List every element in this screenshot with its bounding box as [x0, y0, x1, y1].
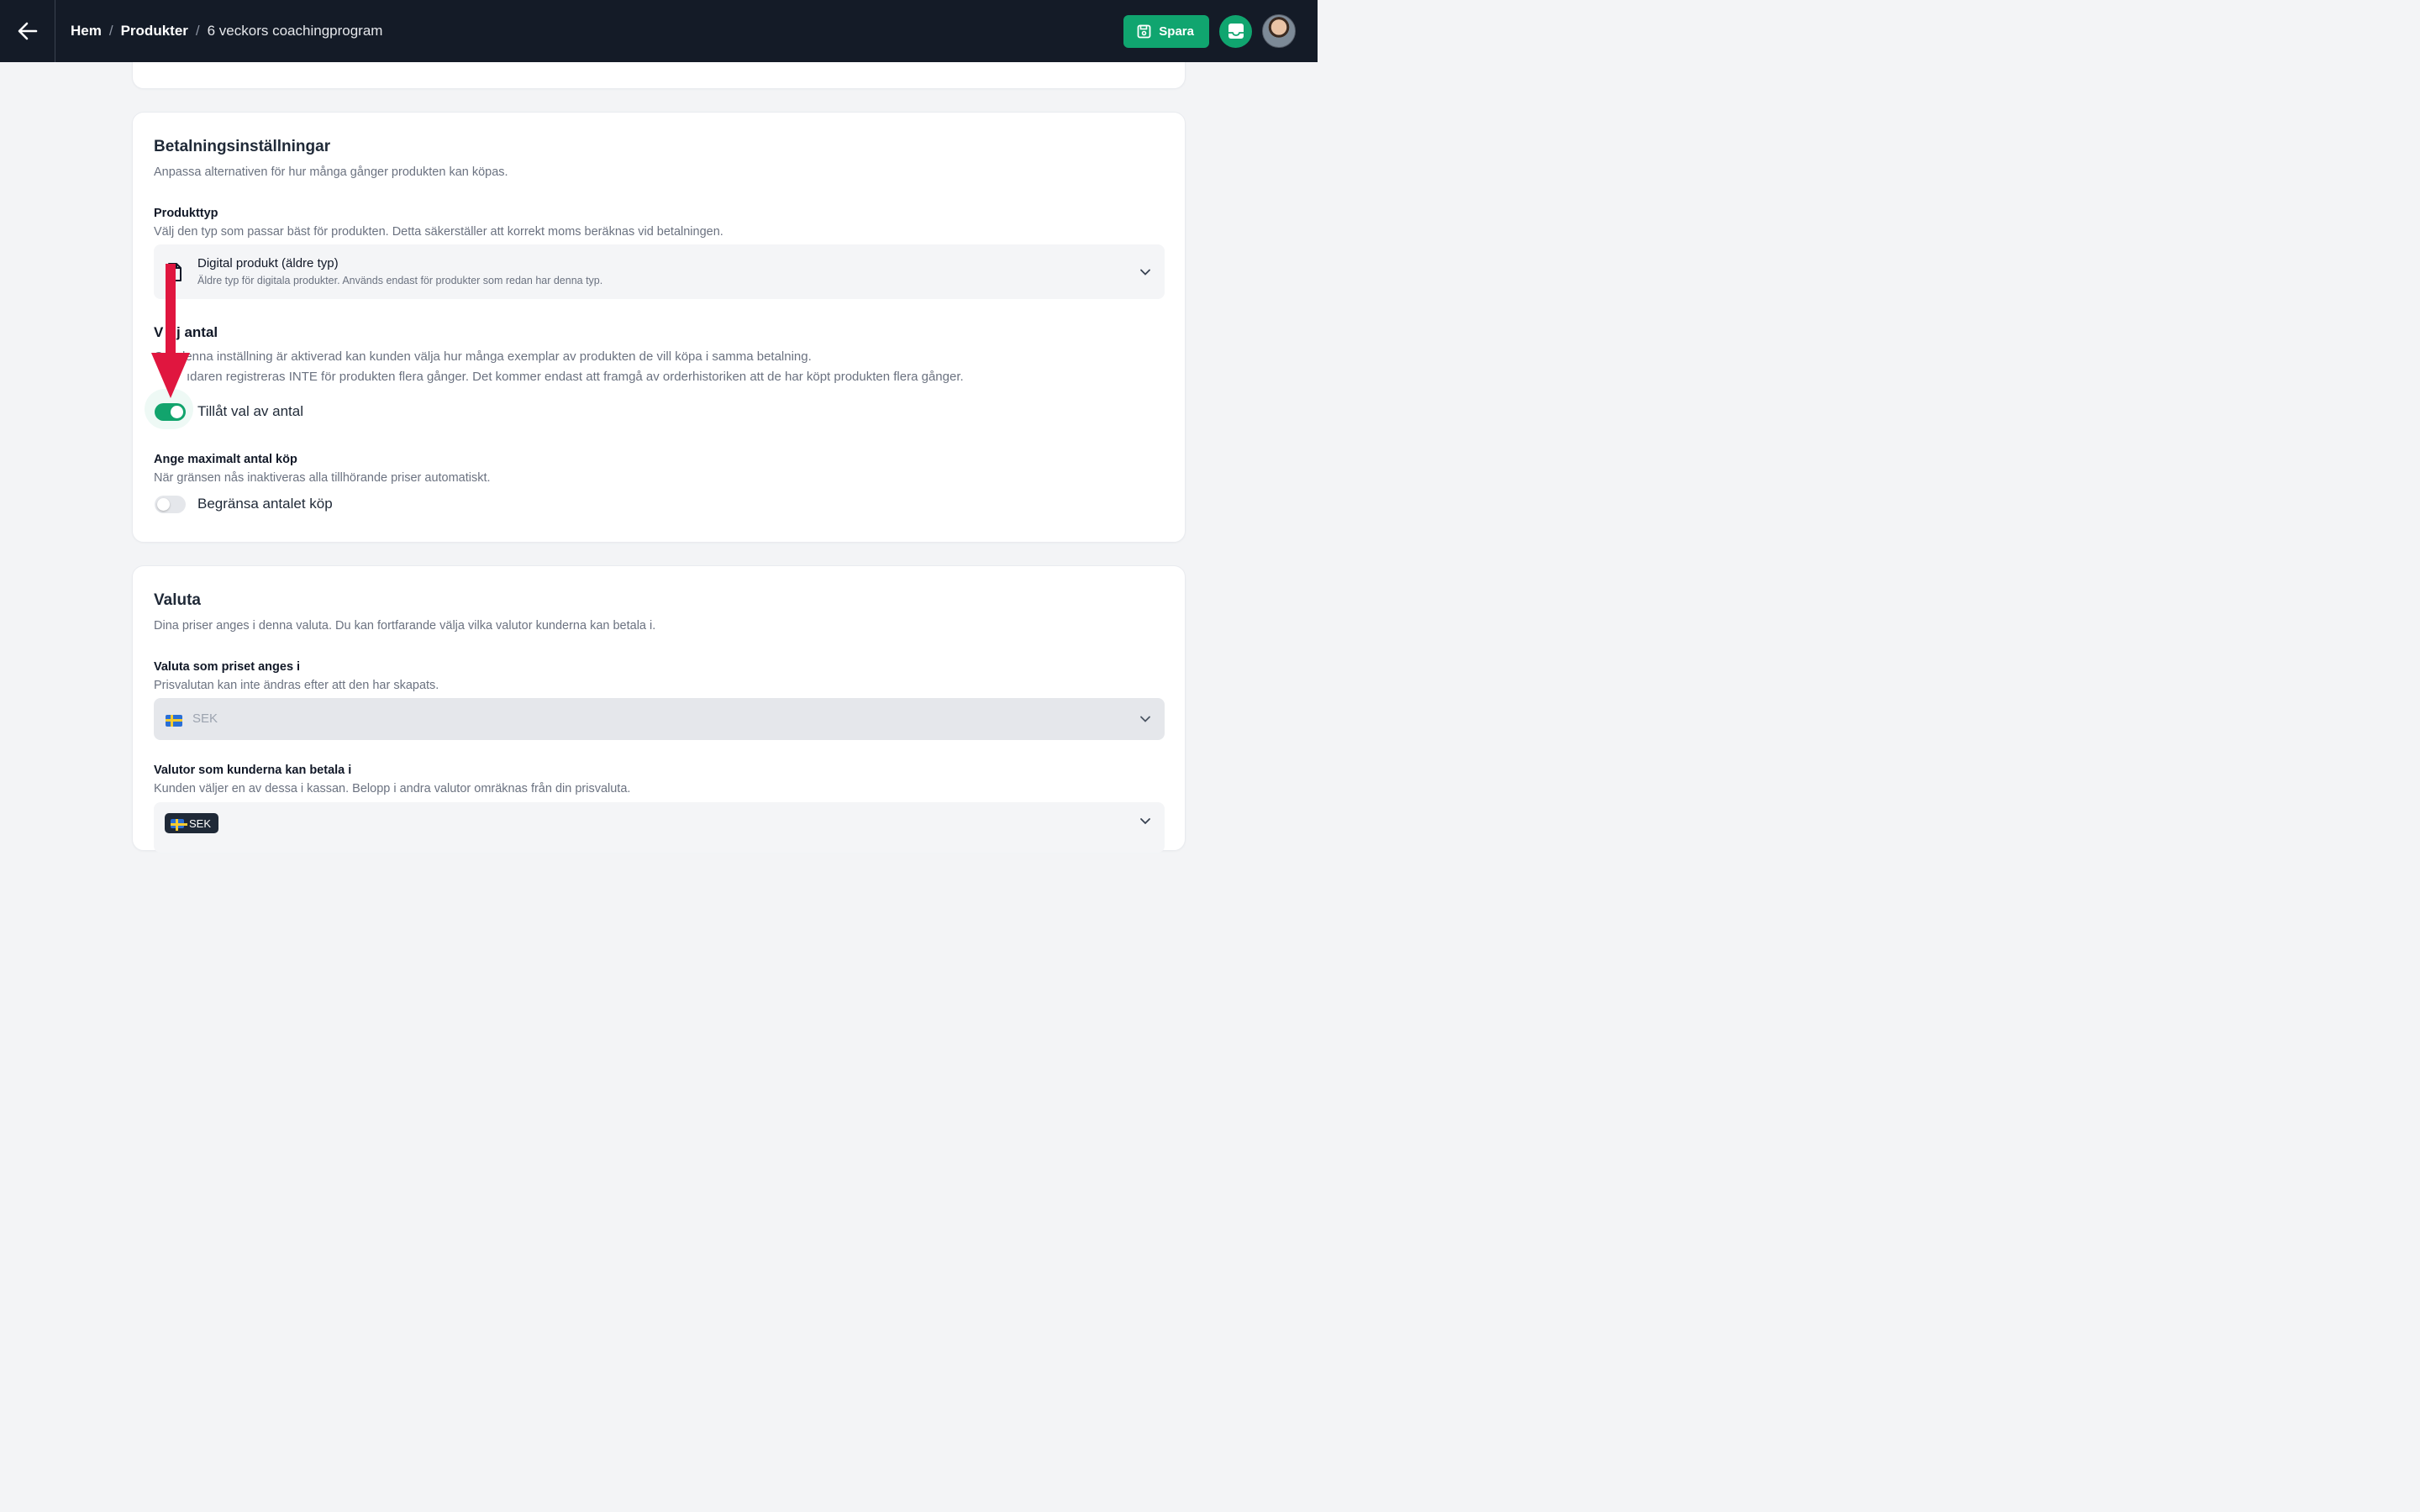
- section-title: Betalningsinställningar: [154, 138, 331, 155]
- price-currency-label: Valuta som priset anges i: [154, 660, 301, 674]
- breadcrumb-separator: /: [195, 23, 200, 39]
- user-avatar[interactable]: [1262, 14, 1296, 48]
- payment-settings-card: Betalningsinställningar Anpassa alternat…: [132, 112, 1186, 543]
- sweden-flag-icon: [166, 714, 182, 727]
- product-type-select[interactable]: Digital produkt (äldre typ) Äldre typ fö…: [154, 244, 1165, 299]
- product-type-selected-title: Digital produkt (äldre typ): [197, 256, 339, 270]
- price-currency-select[interactable]: SEK: [154, 698, 1165, 740]
- floppy-disk-icon: [1137, 24, 1151, 38]
- breadcrumb-home[interactable]: Hem: [71, 23, 102, 39]
- breadcrumb-separator: /: [108, 23, 113, 39]
- price-currency-help: Prisvalutan kan inte ändras efter att de…: [154, 679, 439, 692]
- quantity-help-line2: ıdaren registreras INTE för produkten fl…: [187, 370, 964, 384]
- toggle-knob: [157, 498, 170, 511]
- payable-currencies-help: Kunden väljer en av dessa i kassan. Belo…: [154, 782, 631, 795]
- quantity-help-line1-end: denna inställning är aktiverad kan kunde…: [178, 349, 812, 364]
- price-currency-value: SEK: [192, 711, 218, 726]
- save-button-label: Spara: [1159, 24, 1194, 39]
- allow-quantity-toggle-label[interactable]: Tillåt val av antal: [197, 403, 303, 420]
- currency-chip-label: SEK: [189, 816, 212, 830]
- arrow-left-icon: [18, 22, 37, 40]
- back-button[interactable]: [0, 0, 55, 62]
- save-button[interactable]: Spara: [1123, 14, 1209, 48]
- allow-quantity-toggle[interactable]: [155, 403, 186, 421]
- breadcrumb: Hem / Produkter / 6 veckors coachingprog…: [71, 23, 382, 39]
- product-type-label: Produkttyp: [154, 207, 218, 220]
- section-subtitle: Dina priser anges i denna valuta. Du kan…: [154, 619, 656, 633]
- payable-currencies-select[interactable]: SEK: [154, 802, 1165, 853]
- top-bar: Hem / Produkter / 6 veckors coachingprog…: [0, 0, 1318, 62]
- red-arrow-annotation: [151, 264, 190, 398]
- product-type-help: Välj den typ som passar bäst för produkt…: [154, 225, 723, 239]
- breadcrumb-products[interactable]: Produkter: [121, 23, 188, 39]
- inbox-icon: [1228, 24, 1244, 39]
- chevron-down-icon: [1140, 818, 1150, 825]
- section-subtitle: Anpassa alternativen för hur många gånge…: [154, 165, 508, 179]
- header-actions: Spara: [1123, 14, 1296, 48]
- max-purchases-label: Ange maximalt antal köp: [154, 453, 297, 466]
- limit-purchases-toggle[interactable]: [155, 496, 186, 513]
- currency-chip[interactable]: SEK: [165, 813, 219, 833]
- product-type-selected-description: Äldre typ för digitala produkter. Använd…: [197, 275, 603, 286]
- max-purchases-help: När gränsen nås inaktiveras alla tillhör…: [154, 471, 491, 485]
- toggle-knob: [171, 406, 183, 418]
- section-title: Valuta: [154, 591, 201, 609]
- sweden-flag-icon: [171, 818, 187, 831]
- inbox-button[interactable]: [1219, 14, 1252, 48]
- chevron-down-icon: [1140, 716, 1150, 722]
- currency-card: Valuta Dina priser anges i denna valuta.…: [132, 565, 1186, 853]
- limit-purchases-toggle-label[interactable]: Begränsa antalet köp: [197, 496, 333, 512]
- payable-currencies-label: Valutor som kunderna kan betala i: [154, 764, 352, 777]
- chevron-down-icon: [1140, 269, 1150, 276]
- breadcrumb-current: 6 veckors coachingprogram: [207, 23, 383, 39]
